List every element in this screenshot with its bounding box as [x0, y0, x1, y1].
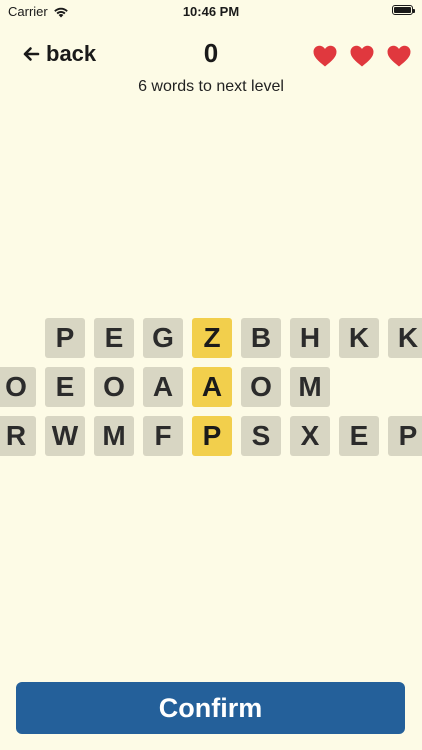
letter-tile[interactable]: A [143, 367, 183, 407]
letter-tile[interactable]: E [94, 318, 134, 358]
letter-tile[interactable]: B [241, 318, 281, 358]
lives-indicator [312, 44, 412, 68]
letter-tile[interactable]: O [0, 367, 36, 407]
heart-icon [350, 45, 374, 67]
letter-tile[interactable]: E [45, 367, 85, 407]
letter-tile-selected[interactable]: Z [192, 318, 232, 358]
letter-tile[interactable]: O [241, 367, 281, 407]
status-time: 10:46 PM [182, 4, 240, 19]
letter-tile[interactable]: F [143, 416, 183, 456]
letter-tile[interactable]: R [0, 416, 36, 456]
next-level-progress: 6 words to next level [138, 78, 284, 95]
letter-tile-selected[interactable]: P [192, 416, 232, 456]
heart-icon [387, 45, 411, 67]
letter-tile[interactable]: K [339, 318, 379, 358]
letter-tile[interactable]: W [45, 416, 85, 456]
letter-tile[interactable]: M [94, 416, 134, 456]
heart-icon [313, 45, 337, 67]
letter-tile[interactable]: H [290, 318, 330, 358]
letter-tile[interactable]: K [388, 318, 422, 358]
status-bar: Carrier 10:46 PM [0, 0, 422, 22]
letter-tile[interactable]: P [45, 318, 85, 358]
confirm-label: Confirm [158, 692, 263, 723]
letter-tile[interactable]: E [339, 416, 379, 456]
confirm-button[interactable]: Confirm [16, 682, 405, 734]
letter-tile[interactable]: G [143, 318, 183, 358]
letter-tile[interactable]: O [94, 367, 134, 407]
letter-tile[interactable]: X [290, 416, 330, 456]
battery-icon [392, 5, 415, 15]
letter-tile[interactable]: S [241, 416, 281, 456]
letter-tile[interactable]: M [290, 367, 330, 407]
letter-tile[interactable]: P [388, 416, 422, 456]
letter-tile-selected[interactable]: A [192, 367, 232, 407]
